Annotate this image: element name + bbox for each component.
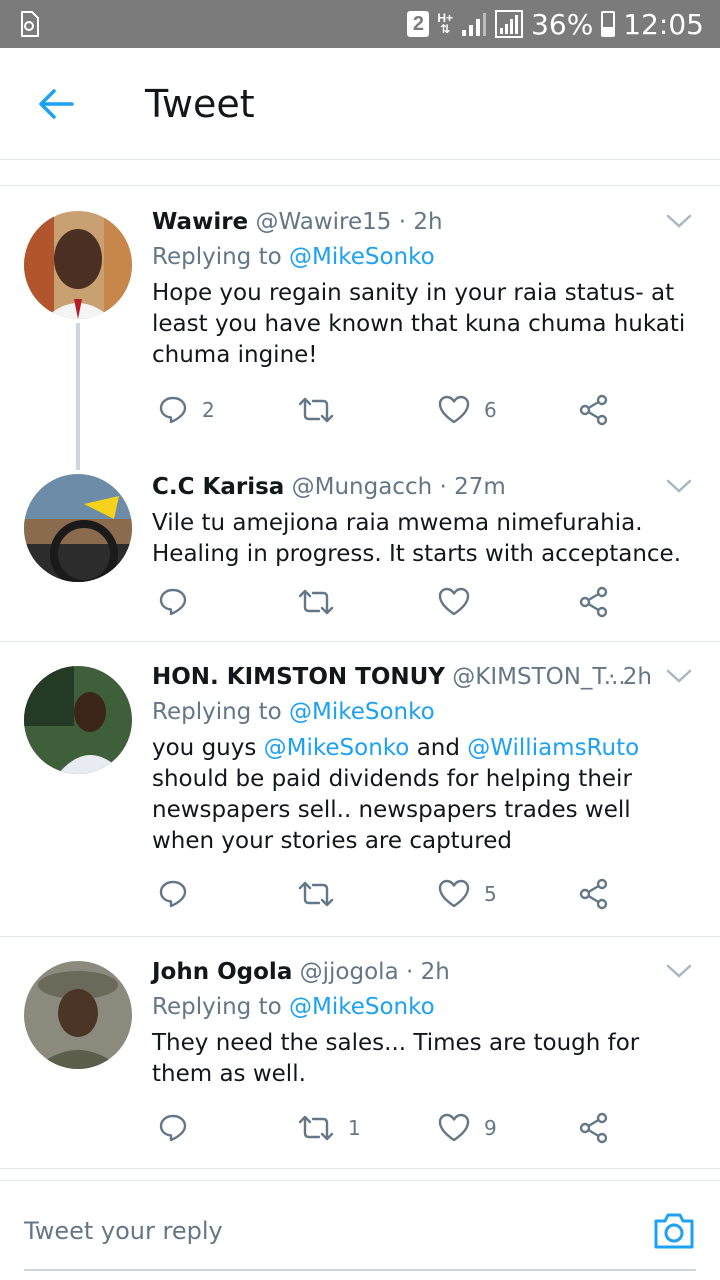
retweet-icon: [298, 881, 334, 907]
tweet-item[interactable]: John Ogola @jjogola · 2h Replying to @Mi…: [0, 937, 720, 1169]
top-app-bar: Tweet: [0, 48, 720, 160]
like-button[interactable]: [438, 582, 484, 622]
retweet-button[interactable]: 1: [298, 1108, 361, 1148]
mention-link[interactable]: @MikeSonko: [289, 994, 435, 1020]
author-name[interactable]: John Ogola: [152, 959, 292, 985]
reply-icon: [159, 588, 187, 616]
reply-icon: [159, 1114, 187, 1142]
reply-button[interactable]: [158, 874, 202, 914]
tweet-text: Hope you regain sanity in your raia stat…: [152, 280, 686, 368]
tweet-actions: 1 9: [152, 1108, 632, 1148]
retweet-icon: [298, 589, 334, 615]
arrow-left-icon: [39, 89, 74, 119]
camera-button[interactable]: [652, 1209, 696, 1253]
reply-button[interactable]: [158, 1108, 202, 1148]
replies-list: Wawire @Wawire15 · 2h Replying to @MikeS…: [0, 187, 720, 1169]
tweet-time: · 2h: [608, 664, 652, 690]
signal-2-icon: [495, 10, 524, 38]
chevron-down-icon[interactable]: [666, 662, 692, 692]
share-icon: [579, 586, 608, 618]
reply-icon: [159, 396, 187, 424]
heart-icon: [438, 395, 470, 424]
thread-connector: [76, 323, 80, 470]
mention-link[interactable]: @MikeSonko: [264, 735, 410, 761]
like-button[interactable]: 6: [438, 390, 497, 430]
tweet-item[interactable]: C.C Karisa @Mungacch · 27m Vile tu ameji…: [0, 454, 720, 642]
reply-input-underline: [24, 1269, 696, 1271]
reply-composer: Tweet your reply: [0, 1180, 720, 1280]
replying-to: Replying to @MikeSonko: [152, 244, 435, 270]
battery-icon: [601, 11, 616, 37]
tweet-actions: [152, 582, 632, 622]
avatar[interactable]: [24, 961, 132, 1069]
battery-percent: 36%: [531, 7, 594, 41]
author-name[interactable]: HON. KIMSTON TONUY: [152, 664, 445, 690]
page-title: Tweet: [145, 82, 255, 126]
tweet-time: · 2h: [398, 209, 443, 235]
author-name[interactable]: Wawire: [152, 209, 248, 235]
tweet-actions: 2 6: [152, 390, 632, 430]
tweet-text: Vile tu amejiona raia mwema nimefurahia.…: [152, 510, 682, 567]
share-button[interactable]: [578, 1108, 610, 1148]
retweet-icon: [298, 1115, 334, 1141]
camera-icon: [654, 1213, 694, 1249]
retweet-button[interactable]: [298, 390, 348, 430]
tweet-text: They need the sales... Times are tough f…: [152, 1030, 640, 1087]
mention-link[interactable]: @WilliamsRuto: [467, 735, 639, 761]
mention-link[interactable]: @MikeSonko: [289, 699, 435, 725]
network-type-icon: H+ ⇅: [437, 11, 454, 36]
tweet-time: · 27m: [439, 474, 506, 500]
author-handle[interactable]: @KIMSTON_T...: [452, 664, 625, 690]
signal-icon: [462, 13, 487, 36]
reply-icon: [159, 880, 187, 908]
replying-to: Replying to @MikeSonko: [152, 699, 435, 725]
heart-icon: [438, 879, 470, 908]
avatar[interactable]: [24, 211, 132, 319]
retweet-button[interactable]: [298, 874, 348, 914]
mention-link[interactable]: @MikeSonko: [289, 244, 435, 270]
share-icon: [579, 394, 608, 426]
retweet-icon: [298, 397, 334, 423]
share-icon: [579, 878, 608, 910]
like-button[interactable]: 9: [438, 1108, 497, 1148]
heart-icon: [438, 1113, 470, 1142]
author-handle[interactable]: @Mungacch: [292, 474, 433, 500]
like-button[interactable]: 5: [438, 874, 497, 914]
share-button[interactable]: [578, 874, 610, 914]
avatar[interactable]: [24, 474, 132, 582]
author-handle[interactable]: @Wawire15: [255, 209, 391, 235]
author-name[interactable]: C.C Karisa: [152, 474, 284, 500]
replying-to: Replying to @MikeSonko: [152, 994, 435, 1020]
sim-slot-icon: 2: [407, 11, 430, 37]
storage-notification-icon: [18, 10, 40, 38]
previous-tweet-clipped: [0, 160, 720, 186]
avatar[interactable]: [24, 666, 132, 774]
author-handle[interactable]: @jjogola: [300, 959, 399, 985]
reply-button[interactable]: 2: [158, 390, 215, 430]
status-bar: 2 H+ ⇅ 36% 12:05: [0, 0, 720, 48]
chevron-down-icon[interactable]: [666, 957, 692, 987]
chevron-down-icon[interactable]: [666, 472, 692, 502]
tweet-actions: 5: [152, 874, 632, 914]
share-icon: [579, 1112, 608, 1144]
reply-button[interactable]: [158, 582, 202, 622]
tweet-item[interactable]: HON. KIMSTON TONUY @KIMSTON_T... · 2h Re…: [0, 642, 720, 937]
tweet-item[interactable]: Wawire @Wawire15 · 2h Replying to @MikeS…: [0, 187, 720, 470]
back-button[interactable]: [30, 78, 82, 130]
clock: 12:05: [623, 7, 704, 41]
heart-icon: [438, 587, 470, 616]
share-button[interactable]: [578, 390, 610, 430]
tweet-text: you guys @MikeSonko and @WilliamsRuto sh…: [152, 735, 640, 854]
retweet-button[interactable]: [298, 582, 348, 622]
share-button[interactable]: [578, 582, 610, 622]
tweet-time: · 2h: [405, 959, 450, 985]
chevron-down-icon[interactable]: [666, 207, 692, 237]
reply-input[interactable]: Tweet your reply: [24, 1217, 223, 1245]
